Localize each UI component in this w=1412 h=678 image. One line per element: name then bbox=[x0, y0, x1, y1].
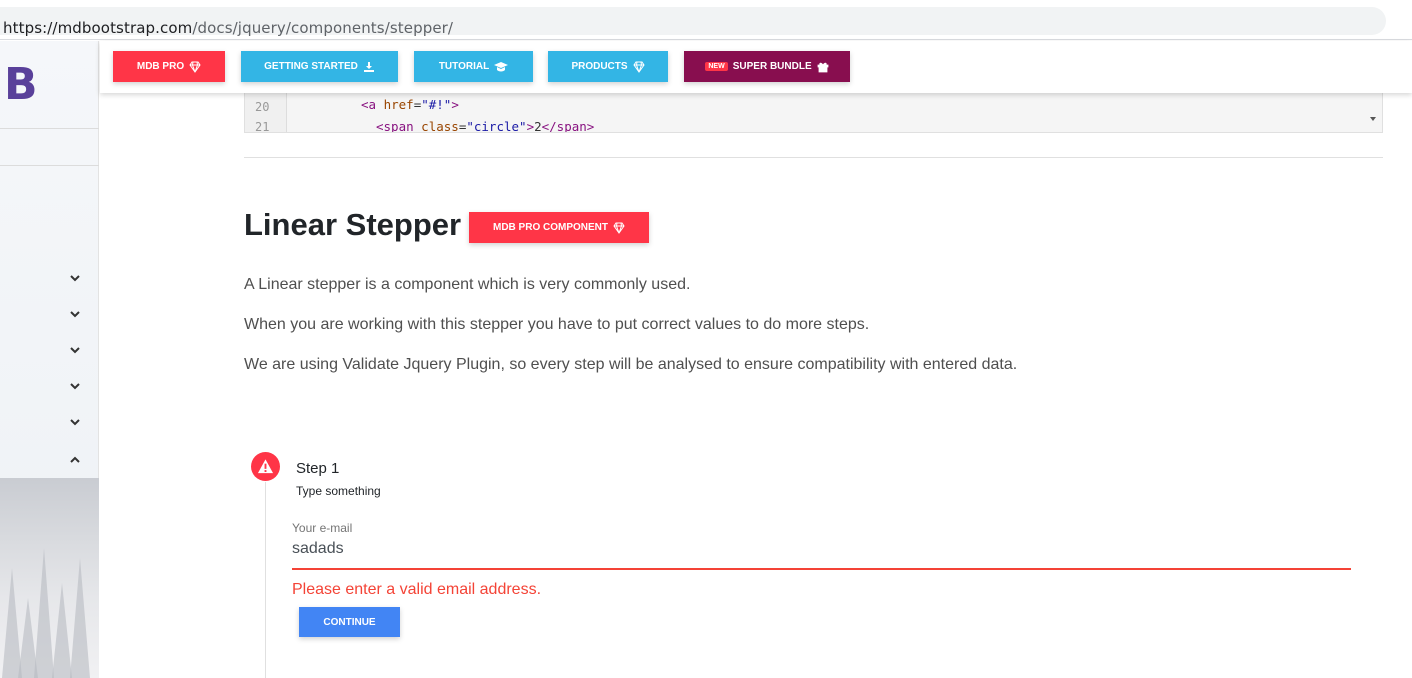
sidebar-background-image bbox=[0, 478, 99, 678]
button-label: SUPER BUNDLE bbox=[732, 61, 812, 72]
step-title[interactable]: Step 1 bbox=[296, 460, 339, 477]
line-number: 20 bbox=[255, 100, 270, 114]
url-path: /docs/jquery/components/stepper/ bbox=[192, 19, 454, 37]
sidebar-divider bbox=[0, 165, 99, 166]
new-badge: NEW bbox=[705, 62, 728, 71]
continue-button[interactable]: CONTINUE bbox=[299, 607, 400, 637]
code-line: <span class="circle">2</span> bbox=[376, 119, 595, 133]
button-label: GETTING STARTED bbox=[264, 61, 358, 72]
top-navbar: MDB PRO GETTING STARTED TUTORIAL PRODUCT… bbox=[100, 41, 1412, 93]
mdb-logo[interactable]: B bbox=[4, 59, 38, 110]
line-number: 21 bbox=[255, 120, 270, 133]
button-label: TUTORIAL bbox=[438, 61, 490, 72]
button-label: MDB PRO COMPONENT bbox=[493, 222, 608, 233]
email-label: Your e-mail bbox=[292, 521, 353, 535]
sidebar: B bbox=[0, 41, 99, 678]
code-block[interactable]: 20 21 <a href="#!"> <span class="circle"… bbox=[244, 93, 1383, 133]
chevron-up-icon[interactable] bbox=[67, 454, 83, 470]
stepper-line bbox=[265, 482, 266, 678]
download-icon bbox=[363, 61, 374, 72]
button-label: MDB PRO bbox=[136, 61, 185, 72]
gift-icon bbox=[817, 62, 829, 72]
mdb-pro-button[interactable]: MDB PRO bbox=[113, 51, 225, 82]
section-divider bbox=[244, 157, 1383, 158]
section-title: Linear Stepper bbox=[244, 207, 462, 242]
description-paragraph: We are using Validate Jquery Plugin, so … bbox=[244, 356, 1018, 373]
email-field[interactable] bbox=[292, 538, 1351, 570]
code-line: <a href="#!"> bbox=[361, 97, 459, 112]
url-host: https://mdbootstrap.com bbox=[3, 19, 193, 37]
getting-started-button[interactable]: GETTING STARTED bbox=[241, 51, 398, 82]
graduation-cap-icon bbox=[494, 61, 509, 71]
step-subtitle: Type something bbox=[296, 484, 381, 498]
chevron-down-icon[interactable] bbox=[67, 416, 83, 432]
tutorial-button[interactable]: TUTORIAL bbox=[414, 51, 533, 82]
mdb-pro-component-button[interactable]: MDB PRO COMPONENT bbox=[469, 212, 649, 243]
sidebar-divider bbox=[0, 128, 99, 129]
warning-icon bbox=[251, 452, 280, 481]
description-paragraph: When you are working with this stepper y… bbox=[244, 316, 870, 333]
description-paragraph: A Linear stepper is a component which is… bbox=[244, 276, 691, 293]
url-field[interactable]: https://mdbootstrap.com/docs/jquery/comp… bbox=[0, 7, 1386, 37]
browser-address-bar: https://mdbootstrap.com/docs/jquery/comp… bbox=[0, 0, 1412, 40]
button-label: PRODUCTS bbox=[571, 61, 628, 72]
chevron-down-icon[interactable] bbox=[67, 308, 83, 324]
products-button[interactable]: PRODUCTS bbox=[548, 51, 668, 82]
url-text[interactable]: https://mdbootstrap.com/docs/jquery/comp… bbox=[3, 19, 453, 37]
chevron-down-icon[interactable] bbox=[67, 380, 83, 396]
gem-icon bbox=[189, 61, 201, 73]
gem-icon bbox=[613, 222, 625, 234]
super-bundle-button[interactable]: NEW SUPER BUNDLE bbox=[684, 51, 850, 82]
chevron-down-icon[interactable] bbox=[67, 272, 83, 288]
chevron-down-icon[interactable] bbox=[67, 344, 83, 360]
scroll-down-arrow[interactable] bbox=[1370, 117, 1376, 121]
gem-icon bbox=[632, 61, 645, 73]
email-error-message: Please enter a valid email address. bbox=[292, 581, 542, 598]
